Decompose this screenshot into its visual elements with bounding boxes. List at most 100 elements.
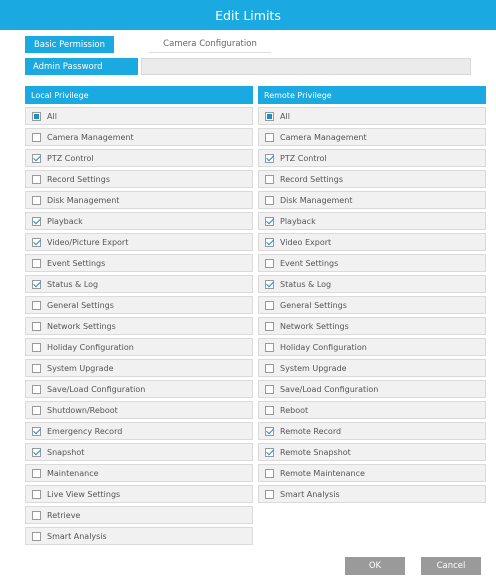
checkbox[interactable]: [265, 426, 274, 436]
local-privilege-item[interactable]: Retrieve: [25, 506, 253, 524]
local-privilege-item[interactable]: All: [25, 107, 253, 125]
remote-privilege-item[interactable]: Status & Log: [258, 275, 486, 293]
local-privilege-item[interactable]: Record Settings: [25, 170, 253, 188]
admin-password-field[interactable]: [141, 58, 471, 75]
cancel-button[interactable]: Cancel: [421, 557, 481, 575]
local-privilege-item[interactable]: Status & Log: [25, 275, 253, 293]
checkbox[interactable]: [32, 195, 41, 205]
local-privilege-item[interactable]: Emergency Record: [25, 422, 253, 440]
checkbox[interactable]: [32, 447, 41, 457]
checkbox[interactable]: [265, 384, 274, 394]
checkbox[interactable]: [265, 468, 274, 478]
remote-privilege-item[interactable]: All: [258, 107, 486, 125]
remote-privilege-item[interactable]: Smart Analysis: [258, 485, 486, 503]
checkbox[interactable]: [32, 363, 41, 373]
checkbox[interactable]: [32, 258, 41, 268]
privilege-label: Remote Snapshot: [280, 447, 351, 457]
privilege-label: Event Settings: [280, 258, 339, 268]
local-privilege-item[interactable]: Network Settings: [25, 317, 253, 335]
checkbox[interactable]: [265, 342, 274, 352]
checkbox[interactable]: [265, 237, 274, 247]
local-privilege-item[interactable]: Maintenance: [25, 464, 253, 482]
local-privilege-item[interactable]: Snapshot: [25, 443, 253, 461]
local-privilege-item[interactable]: System Upgrade: [25, 359, 253, 377]
checkbox[interactable]: [32, 384, 41, 394]
privilege-label: Save/Load Configuration: [47, 384, 146, 394]
checkbox[interactable]: [32, 426, 41, 436]
checkbox[interactable]: [265, 216, 274, 226]
checkbox[interactable]: [32, 174, 41, 184]
remote-privilege-item[interactable]: Event Settings: [258, 254, 486, 272]
checkbox[interactable]: [265, 258, 274, 268]
privilege-label: All: [280, 111, 290, 121]
checkbox[interactable]: [265, 153, 274, 163]
remote-privilege-item[interactable]: Record Settings: [258, 170, 486, 188]
checkbox[interactable]: [265, 489, 274, 499]
privilege-label: Playback: [280, 216, 316, 226]
checkbox[interactable]: [265, 111, 274, 121]
remote-privilege-item[interactable]: Reboot: [258, 401, 486, 419]
checkbox[interactable]: [32, 111, 41, 121]
remote-privilege-item[interactable]: Video Export: [258, 233, 486, 251]
checkbox[interactable]: [32, 153, 41, 163]
remote-privilege-item[interactable]: Holiday Configuration: [258, 338, 486, 356]
remote-privilege-header: Remote Privilege: [258, 86, 486, 104]
remote-privilege-item[interactable]: Remote Maintenance: [258, 464, 486, 482]
checkbox[interactable]: [265, 279, 274, 289]
remote-privilege-item[interactable]: Remote Record: [258, 422, 486, 440]
checkbox[interactable]: [32, 468, 41, 478]
tab-camera-configuration[interactable]: Camera Configuration: [149, 36, 271, 53]
checkbox[interactable]: [32, 279, 41, 289]
checkbox[interactable]: [32, 132, 41, 142]
checkbox[interactable]: [32, 405, 41, 415]
local-privilege-item[interactable]: Event Settings: [25, 254, 253, 272]
checkbox[interactable]: [265, 300, 274, 310]
remote-privilege-item[interactable]: Playback: [258, 212, 486, 230]
checkbox[interactable]: [32, 321, 41, 331]
privilege-label: Retrieve: [47, 510, 81, 520]
remote-privilege-item[interactable]: Camera Management: [258, 128, 486, 146]
checkbox[interactable]: [32, 531, 41, 541]
local-privilege-item[interactable]: Shutdown/Reboot: [25, 401, 253, 419]
remote-privilege-item[interactable]: Remote Snapshot: [258, 443, 486, 461]
local-privilege-list: All Camera Management PTZ Control Record Se…: [25, 107, 253, 545]
checkbox[interactable]: [32, 216, 41, 226]
privilege-label: Camera Management: [47, 132, 134, 142]
checkbox[interactable]: [265, 405, 274, 415]
checkbox[interactable]: [32, 237, 41, 247]
checkbox[interactable]: [32, 300, 41, 310]
privilege-label: Live View Settings: [47, 489, 121, 499]
privilege-label: Smart Analysis: [280, 489, 340, 499]
privilege-label: Maintenance: [47, 468, 99, 478]
remote-privilege-item[interactable]: General Settings: [258, 296, 486, 314]
local-privilege-item[interactable]: Live View Settings: [25, 485, 253, 503]
checkbox[interactable]: [265, 174, 274, 184]
checkbox[interactable]: [265, 363, 274, 373]
local-privilege-item[interactable]: Playback: [25, 212, 253, 230]
checkbox[interactable]: [32, 342, 41, 352]
local-privilege-item[interactable]: Camera Management: [25, 128, 253, 146]
ok-button[interactable]: OK: [345, 557, 405, 575]
local-privilege-item[interactable]: Disk Management: [25, 191, 253, 209]
remote-privilege-item[interactable]: Disk Management: [258, 191, 486, 209]
checkbox[interactable]: [265, 447, 274, 457]
local-privilege-item[interactable]: Smart Analysis: [25, 527, 253, 545]
remote-privilege-item[interactable]: Network Settings: [258, 317, 486, 335]
privilege-label: System Upgrade: [47, 363, 114, 373]
remote-privilege-item[interactable]: PTZ Control: [258, 149, 486, 167]
checkbox[interactable]: [265, 132, 274, 142]
remote-privilege-item[interactable]: System Upgrade: [258, 359, 486, 377]
checkbox[interactable]: [32, 489, 41, 499]
checkbox[interactable]: [265, 321, 274, 331]
checkbox[interactable]: [32, 510, 41, 520]
remote-privilege-item[interactable]: Save/Load Configuration: [258, 380, 486, 398]
privilege-label: PTZ Control: [47, 153, 94, 163]
privilege-label: Camera Management: [280, 132, 367, 142]
tab-basic-permission[interactable]: Basic Permission: [25, 36, 114, 53]
local-privilege-item[interactable]: General Settings: [25, 296, 253, 314]
local-privilege-item[interactable]: Video/Picture Export: [25, 233, 253, 251]
local-privilege-item[interactable]: PTZ Control: [25, 149, 253, 167]
local-privilege-item[interactable]: Holiday Configuration: [25, 338, 253, 356]
local-privilege-item[interactable]: Save/Load Configuration: [25, 380, 253, 398]
checkbox[interactable]: [265, 195, 274, 205]
